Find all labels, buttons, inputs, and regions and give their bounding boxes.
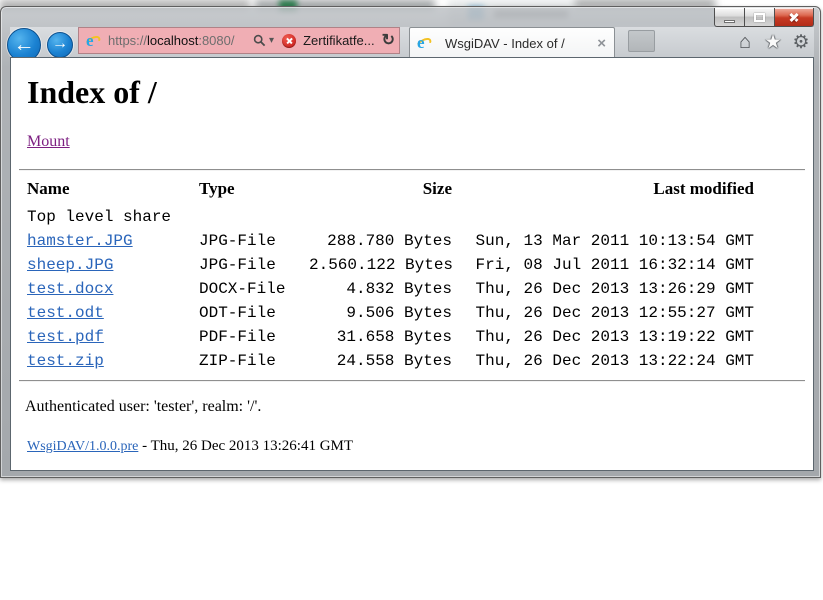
mount-link[interactable]: Mount <box>27 133 70 150</box>
url-host: localhost <box>147 33 198 48</box>
tab-close-icon[interactable]: × <box>595 35 608 52</box>
type-cell: JPG-File <box>199 229 309 253</box>
address-bar[interactable]: e https://localhost:8080/ ▾ Zertifikatfe… <box>78 27 400 54</box>
minimize-icon <box>724 20 735 23</box>
size-cell: 288.780 Bytes <box>309 229 452 253</box>
favorites-button[interactable]: ★ <box>760 30 786 54</box>
table-row: hamster.JPG JPG-File 288.780 Bytes Sun, … <box>27 229 754 253</box>
close-button[interactable] <box>774 8 814 27</box>
column-header-modified: Last modified <box>452 179 754 205</box>
file-link[interactable]: test.zip <box>27 352 104 370</box>
server-timestamp: - Thu, 26 Dec 2013 13:26:41 GMT <box>138 438 353 454</box>
table-row: test.zip ZIP-File 24.558 Bytes Thu, 26 D… <box>27 349 754 373</box>
modified-cell: Thu, 26 Dec 2013 12:55:27 GMT <box>452 301 754 325</box>
divider <box>19 380 805 382</box>
maximize-button[interactable] <box>744 8 775 27</box>
table-row: sheep.JPG JPG-File 2.560.122 Bytes Fri, … <box>27 253 754 277</box>
modified-cell: Thu, 26 Dec 2013 13:22:24 GMT <box>452 349 754 373</box>
new-tab-button[interactable] <box>628 30 655 52</box>
browser-window: ← → e https://localhost:8080/ ▾ Zertifik… <box>0 6 821 478</box>
table-row: test.docx DOCX-File 4.832 Bytes Thu, 26 … <box>27 277 754 301</box>
certificate-error-icon[interactable] <box>282 34 296 48</box>
certificate-error-label[interactable]: Zertifikatfe... <box>303 33 375 48</box>
modified-cell: Fri, 08 Jul 2011 16:32:14 GMT <box>452 253 754 277</box>
settings-button[interactable]: ⚙ <box>788 30 814 54</box>
url-port-path: :8080/ <box>198 33 234 48</box>
share-label: Top level share <box>27 205 754 229</box>
forward-button[interactable]: → <box>47 32 73 58</box>
ie-favicon: e <box>416 35 433 51</box>
column-header-size: Size <box>309 179 452 205</box>
minimize-button[interactable] <box>714 8 745 27</box>
modified-cell: Thu, 26 Dec 2013 13:19:22 GMT <box>452 325 754 349</box>
page-title: Index of / <box>27 74 805 111</box>
screen: ← → e https://localhost:8080/ ▾ Zertifik… <box>0 0 823 600</box>
file-link[interactable]: test.docx <box>27 280 113 298</box>
url-text[interactable]: https://localhost:8080/ <box>108 33 253 48</box>
column-header-name: Name <box>27 179 199 205</box>
url-scheme: https:// <box>108 33 147 48</box>
table-header-row: Name Type Size Last modified <box>27 179 754 205</box>
type-cell: DOCX-File <box>199 277 309 301</box>
home-button[interactable]: ⌂ <box>732 30 758 54</box>
column-header-type: Type <box>199 179 309 205</box>
tab-title: WsgiDAV - Index of / <box>445 36 595 51</box>
gear-icon: ⚙ <box>792 31 809 54</box>
server-signature: WsgiDAV/1.0.0.pre - Thu, 26 Dec 2013 13:… <box>27 438 805 455</box>
divider <box>19 169 805 171</box>
table-row: test.odt ODT-File 9.506 Bytes Thu, 26 De… <box>27 301 754 325</box>
size-cell: 31.658 Bytes <box>309 325 452 349</box>
type-cell: PDF-File <box>199 325 309 349</box>
size-cell: 2.560.122 Bytes <box>309 253 452 277</box>
share-label-row: Top level share <box>27 205 754 229</box>
table-row: test.pdf PDF-File 31.658 Bytes Thu, 26 D… <box>27 325 754 349</box>
search-icon[interactable] <box>253 34 266 47</box>
type-cell: ODT-File <box>199 301 309 325</box>
star-icon: ★ <box>764 31 781 54</box>
refresh-icon[interactable]: ↻ <box>382 33 395 49</box>
home-icon: ⌂ <box>739 31 751 54</box>
modified-cell: Sun, 13 Mar 2011 10:13:54 GMT <box>452 229 754 253</box>
back-arrow-icon: ← <box>14 34 35 55</box>
authenticated-user-text: Authenticated user: 'tester', realm: '/'… <box>25 398 805 416</box>
size-cell: 4.832 Bytes <box>309 277 452 301</box>
wsgidav-version-link[interactable]: WsgiDAV/1.0.0.pre <box>27 439 138 454</box>
maximize-icon <box>754 13 765 22</box>
file-link[interactable]: hamster.JPG <box>27 232 133 250</box>
close-icon <box>788 11 800 23</box>
ie-favicon: e <box>85 33 102 49</box>
type-cell: JPG-File <box>199 253 309 277</box>
tab-wsgidav[interactable]: e WsgiDAV - Index of / × <box>409 27 615 58</box>
window-controls <box>715 8 814 27</box>
file-link[interactable]: test.pdf <box>27 328 104 346</box>
forward-arrow-icon: → <box>52 36 68 52</box>
modified-cell: Thu, 26 Dec 2013 13:26:29 GMT <box>452 277 754 301</box>
directory-listing-table: Name Type Size Last modified Top level s… <box>27 179 754 373</box>
chevron-down-icon[interactable]: ▾ <box>269 35 274 46</box>
page-viewport: Index of / Mount Name Type Size Last mod… <box>10 57 814 471</box>
file-link[interactable]: sheep.JPG <box>27 256 113 274</box>
size-cell: 9.506 Bytes <box>309 301 452 325</box>
size-cell: 24.558 Bytes <box>309 349 452 373</box>
type-cell: ZIP-File <box>199 349 309 373</box>
file-link[interactable]: test.odt <box>27 304 104 322</box>
